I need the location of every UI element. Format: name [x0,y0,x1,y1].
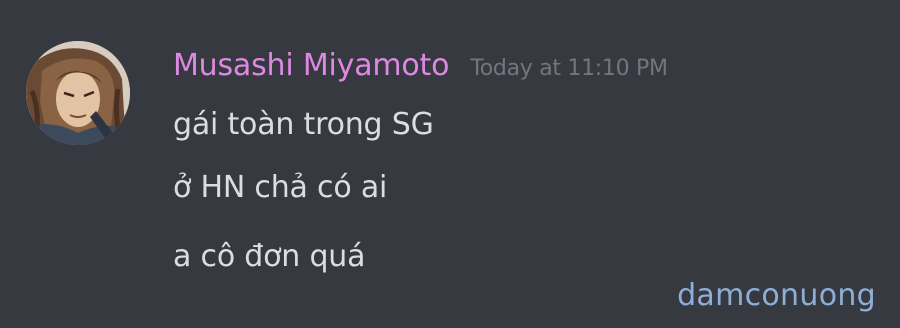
username[interactable]: Musashi Miyamoto [173,44,449,88]
message-line: a cô đơn quá [173,239,366,274]
avatar[interactable] [26,41,130,145]
timestamp: Today at 11:10 PM [470,56,668,81]
message-line: ở HN chả có ai [173,170,388,205]
message-header: Musashi Miyamoto Today at 11:10 PM [173,44,668,88]
message-line: gái toàn trong SG [173,107,434,142]
samurai-avatar-icon [26,41,130,145]
watermark: damconuong [677,278,876,313]
